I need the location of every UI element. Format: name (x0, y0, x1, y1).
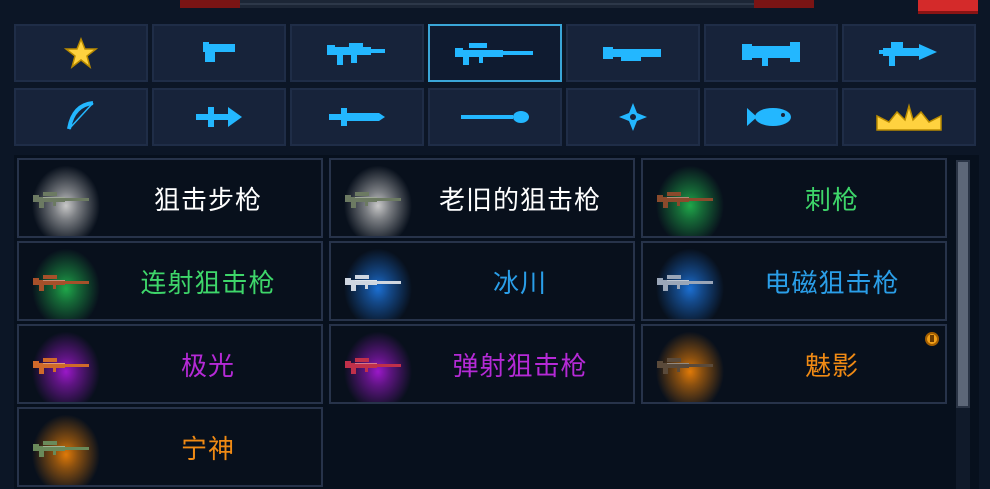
upgrade-badge-icon (925, 332, 939, 346)
weapon-card[interactable]: 弹射狙击枪 (329, 324, 635, 404)
sniper-rifle-icon (33, 192, 89, 208)
tab-launchers[interactable] (704, 24, 838, 82)
tab-favorites[interactable] (14, 24, 148, 82)
top-frame-right-cap (754, 0, 814, 8)
weapon-card[interactable]: 宁神 (17, 407, 323, 487)
weapon-name: 电磁狙击枪 (764, 268, 900, 299)
weapon-card[interactable]: 狙击步枪 (17, 158, 323, 238)
sniper-rifle-icon (657, 192, 713, 208)
weapon-card[interactable]: 老旧的狙击枪 (329, 158, 635, 238)
scrollbar-thumb[interactable] (956, 160, 970, 408)
star-icon (64, 37, 98, 69)
sniper-rifle-icon (345, 358, 401, 374)
weapon-category-tabs (14, 24, 980, 148)
pistol-icon (203, 42, 235, 62)
weapon-name: 老旧的狙击枪 (438, 185, 601, 216)
sniper-rifle-icon (345, 192, 401, 208)
tab-bows[interactable] (14, 88, 148, 146)
tab-laser-guns[interactable] (842, 24, 976, 82)
rifle-icon (327, 43, 385, 65)
laser-gun-icon (879, 42, 937, 66)
shotgun-icon (603, 47, 661, 61)
weapon-card[interactable]: 刺枪 (641, 158, 947, 238)
top-frame (180, 0, 814, 8)
tab-snipers[interactable] (428, 24, 562, 82)
weapon-card[interactable]: 冰川 (329, 241, 635, 321)
weapon-card[interactable]: 魅影 (641, 324, 947, 404)
sword-icon (329, 108, 385, 126)
sniper-rifle-icon (345, 275, 401, 291)
tab-spears[interactable] (428, 88, 562, 146)
top-frame-rail (240, 3, 754, 5)
weapon-name: 刺枪 (804, 185, 859, 216)
sniper-rifle-icon (657, 275, 713, 291)
tab-rifles[interactable] (290, 24, 424, 82)
weapon-name: 冰川 (492, 268, 547, 299)
weapon-card[interactable]: 极光 (17, 324, 323, 404)
weapon-name: 极光 (180, 351, 235, 382)
sniper-rifle-icon (33, 275, 89, 291)
weapon-name: 魅影 (804, 351, 859, 382)
weapon-card[interactable]: 连射狙击枪 (17, 241, 323, 321)
crossbow-icon (196, 107, 242, 127)
weapon-name: 宁神 (180, 434, 235, 465)
tab-swords[interactable] (290, 88, 424, 146)
tab-crossbows[interactable] (152, 88, 286, 146)
spear-icon (461, 111, 529, 123)
crown-icon (876, 103, 942, 131)
tab-shotguns[interactable] (566, 24, 700, 82)
shuriken-icon (619, 103, 647, 131)
launcher-icon (742, 42, 800, 66)
top-frame-left-cap (180, 0, 240, 8)
weapon-name: 连射狙击枪 (140, 268, 276, 299)
fish-icon (747, 108, 791, 126)
weapon-name: 狙击步枪 (153, 185, 262, 216)
tab-special[interactable] (842, 88, 976, 146)
weapon-name: 弹射狙击枪 (452, 351, 588, 382)
close-button[interactable] (918, 0, 978, 14)
tab-fish[interactable] (704, 88, 838, 146)
tab-pistols[interactable] (152, 24, 286, 82)
bow-icon (67, 101, 94, 130)
weapon-card[interactable]: 电磁狙击枪 (641, 241, 947, 321)
sniper-icon (455, 43, 533, 65)
sniper-rifle-icon (657, 358, 713, 374)
sniper-rifle-icon (33, 441, 89, 457)
sniper-rifle-icon (33, 358, 89, 374)
tab-throwing[interactable] (566, 88, 700, 146)
